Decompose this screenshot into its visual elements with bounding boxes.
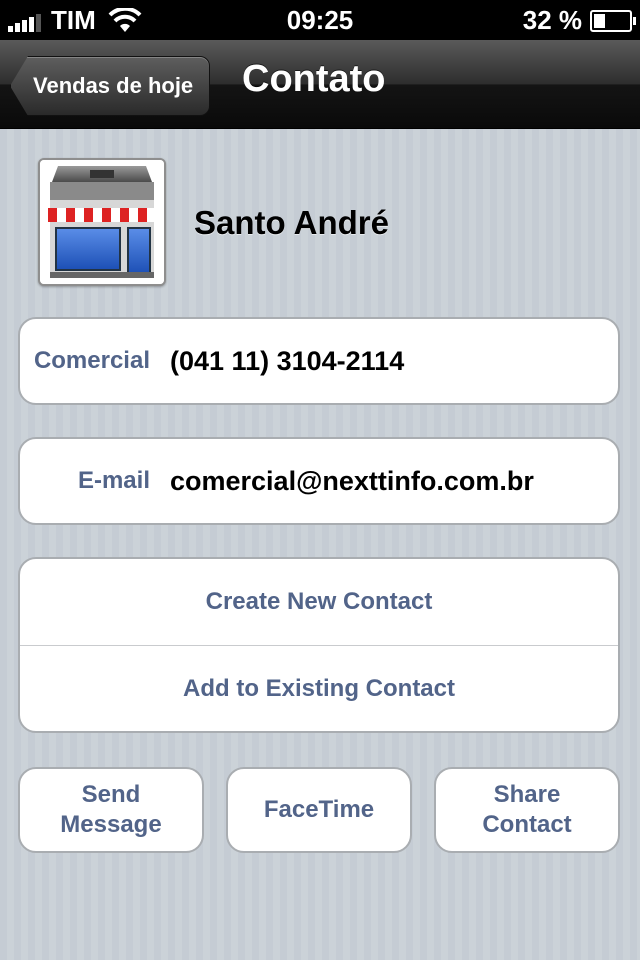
- email-value[interactable]: comercial@nexttinfo.com.br: [170, 466, 534, 497]
- phone-label: Comercial: [33, 347, 150, 374]
- navigation-bar: Vendas de hoje Contato: [0, 40, 640, 129]
- phone-field-group[interactable]: Comercial (041 11) 3104-2114: [18, 317, 620, 405]
- status-right: 32 %: [522, 5, 636, 36]
- phone-value[interactable]: (041 11) 3104-2114: [170, 346, 404, 377]
- page-title: Contato: [242, 58, 386, 100]
- contact-name: Santo André: [194, 204, 389, 241]
- email-field[interactable]: E-mail comercial@nexttinfo.com.br: [20, 439, 618, 523]
- phone-field[interactable]: Comercial (041 11) 3104-2114: [20, 319, 618, 403]
- battery-icon: [590, 9, 636, 32]
- share-contact-button[interactable]: Share Contact: [434, 767, 620, 853]
- battery-level: [594, 13, 605, 28]
- create-new-contact-button[interactable]: Create New Contact: [20, 559, 618, 645]
- store-illustration: [40, 160, 164, 284]
- battery-percent: 32 %: [522, 5, 582, 35]
- store-icon[interactable]: [38, 158, 166, 286]
- email-field-group[interactable]: E-mail comercial@nexttinfo.com.br: [18, 437, 620, 525]
- email-label: E-mail: [77, 467, 150, 494]
- contact-actions-group: Create New Contact Add to Existing Conta…: [18, 557, 620, 733]
- add-to-existing-contact-button[interactable]: Add to Existing Contact: [20, 645, 618, 732]
- status-bar: TIM 09:25 32 %: [0, 0, 640, 40]
- facetime-button[interactable]: FaceTime: [226, 767, 412, 853]
- back-button[interactable]: Vendas de hoje: [10, 56, 211, 116]
- send-message-button[interactable]: Send Message: [18, 767, 204, 853]
